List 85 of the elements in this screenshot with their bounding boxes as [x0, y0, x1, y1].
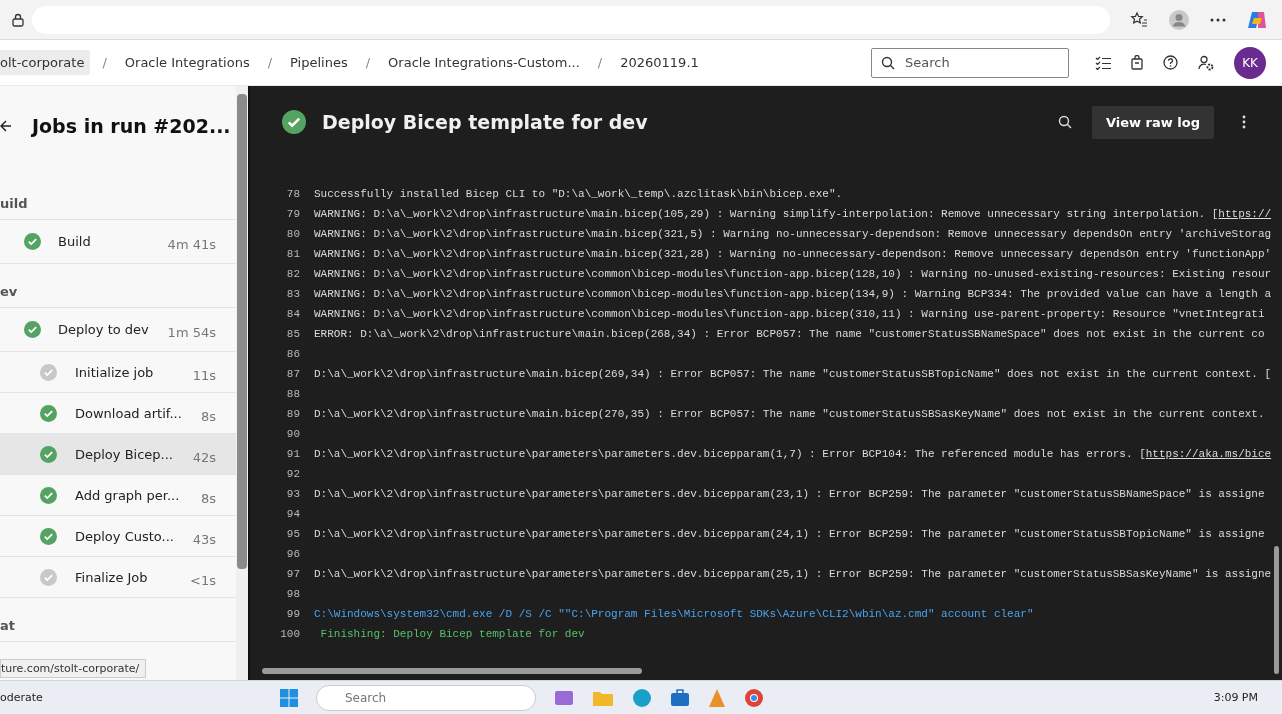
search-field[interactable]: Search: [871, 47, 1069, 78]
help-icon[interactable]: [1163, 55, 1178, 70]
line-number: 80: [285, 228, 300, 240]
step-row[interactable]: Finalize Job <1s: [0, 557, 236, 598]
panel-title: Jobs in run #202...: [32, 115, 231, 137]
line-number: 88: [285, 388, 300, 400]
line-number: 98: [285, 588, 300, 600]
breadcrumb-separator: /: [102, 55, 107, 70]
line-number: 90: [285, 428, 300, 440]
scrollbar[interactable]: [1274, 546, 1281, 674]
lock-icon: [12, 12, 24, 27]
line-number: 95: [285, 528, 300, 540]
step-row[interactable]: Initialize job 11s: [0, 352, 236, 393]
breadcrumb-link[interactable]: 20260119.1: [614, 51, 705, 74]
search-icon: [881, 55, 895, 70]
app-icon[interactable]: [554, 688, 574, 707]
step-row[interactable]: Deploy Bicep... 42s: [0, 434, 236, 475]
log-link[interactable]: https://aka.ms/bice: [1145, 448, 1272, 460]
log-line: WARNING: D:\a\_work\2\drop\infrastructure\main.bicep(105,29) : Warning simplify-interpolation: Remove unnecessary string interpolation. [https://: [314, 208, 1272, 220]
breadcrumb-separator: /: [597, 55, 603, 70]
log-line: D:\a\_work\2\drop\infrastructure\parameters\parameters.dev.bicepparam(1,7) : Error BCP104: The referenced module has errors. [https://aka.ms/bice: [314, 448, 1272, 460]
user-settings-icon[interactable]: [1198, 54, 1214, 71]
clock-time: 3:09 PM: [1213, 691, 1258, 704]
line-number: 96: [285, 548, 300, 560]
taskbar-search-field[interactable]: Search: [316, 684, 536, 711]
breadcrumb-link[interactable]: olt-corporate: [0, 50, 91, 75]
more-icon[interactable]: [1242, 115, 1246, 129]
shopping-bag-icon[interactable]: [1131, 55, 1143, 70]
back-arrow-icon[interactable]: [0, 120, 12, 132]
log-line: ERROR: D:\a\_work\2\drop\infrastructure\main.bicep(268,34) : Error BCP057: The name "customerStatusSBNameSpace" does not exist in the current co: [314, 328, 1265, 340]
line-number: 85: [285, 328, 300, 340]
line-number: 81: [285, 248, 300, 260]
more-icon[interactable]: [1210, 17, 1226, 22]
job-row[interactable]: Build 4m 41s: [0, 220, 236, 264]
log-line: D:\a\_work\2\drop\infrastructure\parameters\parameters.dev.bicepparam(24,1) : Error BCP259: The parameter "customerStatusSBTopicName" is assigne: [314, 528, 1265, 540]
log-line: D:\a\_work\2\drop\infrastructure\parameters\parameters.dev.bicepparam(25,1) : Error BCP259: The parameter "customerStatusSBSasKeyName" is assigne: [314, 568, 1272, 580]
log-line: WARNING: D:\a\_work\2\drop\infrastructure\main.bicep(321,5) : Warning no-unnecessary-dependson: Remove unnecessary dependsOn entry 'archiveStorag: [314, 228, 1272, 240]
view-raw-log-button[interactable]: View raw log: [1091, 105, 1214, 139]
log-line: D:\a\_work\2\drop\infrastructure\main.bicep(270,35) : Error BCP057: The name "customerStatusSBSasKeyName" does not exist in the current context.: [314, 408, 1265, 420]
line-number: 100: [279, 628, 300, 640]
line-number: 82: [285, 268, 300, 280]
line-number: 86: [285, 348, 300, 360]
breadcrumb-link[interactable]: Oracle Integrations-Custom...: [382, 51, 586, 74]
chrome-icon[interactable]: [744, 687, 764, 708]
step-row[interactable]: Add graph per... 8s: [0, 475, 236, 516]
log-line: WARNING: D:\a\_work\2\drop\infrastructure\common\bicep-modules\function-app.bicep(310,11) : Warning use-parent-property: Resource "vnetIntegrati: [314, 308, 1265, 320]
browser-icon[interactable]: [632, 687, 652, 708]
line-number: 83: [285, 288, 300, 300]
favorites-icon[interactable]: [1130, 10, 1148, 29]
log-line: WARNING: D:\a\_work\2\drop\infrastructure\common\bicep-modules\function-app.bicep(134,9) : Warning BCP334: The provided value can have a length a: [314, 288, 1272, 300]
breadcrumb-separator: /: [267, 55, 273, 70]
windows-start-icon[interactable]: [280, 688, 298, 707]
log-line: WARNING: D:\a\_work\2\drop\infrastructure\main.bicep(321,28) : Warning no-unnecessary-dependson: Remove unnecessary dependsOn entry 'functionApp': [314, 248, 1272, 260]
search-icon[interactable]: [1057, 115, 1072, 129]
line-number: 97: [285, 568, 300, 580]
briefcase-icon[interactable]: [670, 688, 690, 707]
line-number: 79: [285, 208, 300, 220]
line-number: 91: [285, 448, 300, 460]
log-title: Deploy Bicep template for dev: [322, 111, 649, 133]
user-avatar[interactable]: KK: [1234, 46, 1266, 79]
log-link[interactable]: https://: [1218, 208, 1272, 220]
log-line: Successfully installed Bicep CLI to "D:\a\_work\_temp\.azclitask\bin\bicep.exe".: [314, 188, 843, 200]
weather-text[interactable]: oderate: [0, 691, 262, 704]
line-number: 84: [285, 308, 300, 320]
line-number: 93: [285, 488, 300, 500]
profile-icon[interactable]: [1168, 8, 1190, 31]
log-line: Finishing: Deploy Bicep template for dev: [319, 628, 585, 640]
log-line: WARNING: D:\a\_work\2\drop\infrastructure\common\bicep-modules\function-app.bicep(128,10) : Warning no-unused-existing-resources: Existing resour: [314, 268, 1272, 280]
job-row[interactable]: Deploy to dev 1m 54s: [0, 308, 236, 352]
status-link-tooltip: ture.com/stolt-corporate/: [0, 659, 147, 678]
line-number: 78: [285, 188, 300, 200]
breadcrumb-separator: /: [365, 55, 371, 70]
log-line: C:\Windows\system32\cmd.exe /D /S /C ""C:\Program Files\Microsoft SDKs\Azure\CLI2\wbin\az.cmd" account clear": [314, 608, 1034, 620]
checklist-icon[interactable]: [1095, 55, 1111, 70]
line-number: 87: [285, 368, 300, 380]
log-line: D:\a\_work\2\drop\infrastructure\parameters\parameters.dev.bicepparam(23,1) : Error BCP259: The parameter "customerStatusSBNameSpace" is assigne: [314, 488, 1265, 500]
line-number: 99: [285, 608, 300, 620]
line-number: 94: [285, 508, 300, 520]
line-number: 92: [285, 468, 300, 480]
breadcrumb-link[interactable]: Oracle Integrations: [118, 51, 256, 74]
line-number: 89: [285, 408, 300, 420]
step-row[interactable]: Deploy Custo... 43s: [0, 516, 236, 557]
log-line: D:\a\_work\2\drop\infrastructure\main.bicep(269,34) : Error BCP057: The name "customerStatusSBTopicName" does not exist in the current context. [: [314, 368, 1272, 380]
scrollbar[interactable]: [236, 86, 248, 680]
breadcrumb-link[interactable]: Pipelines: [284, 51, 354, 74]
